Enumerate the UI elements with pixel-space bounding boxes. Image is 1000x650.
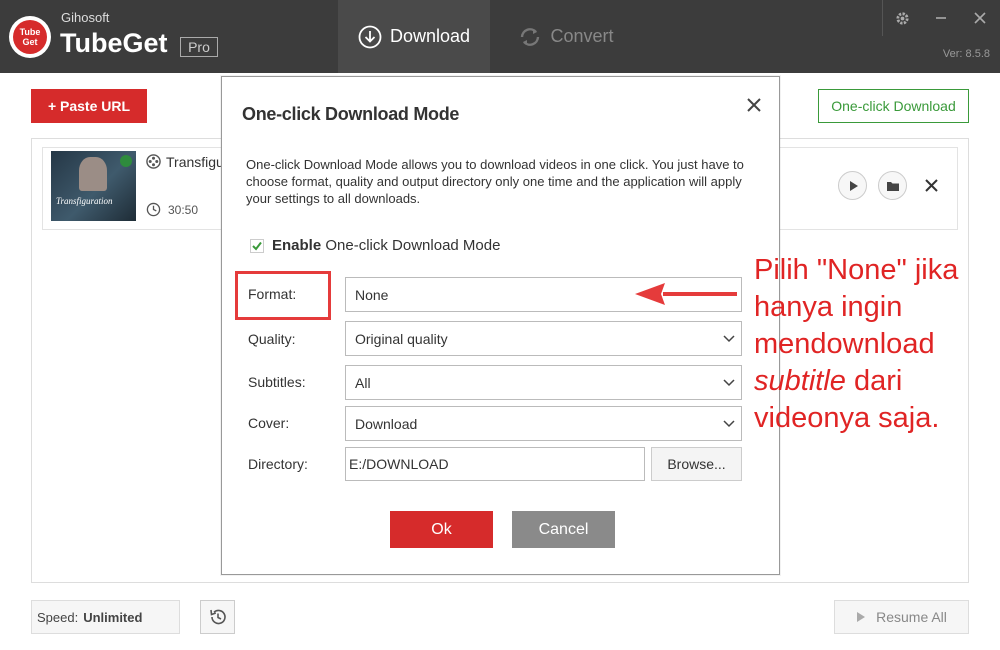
play-icon	[849, 180, 858, 191]
edition-badge: Pro	[180, 37, 218, 57]
ok-button[interactable]: Ok	[390, 511, 493, 548]
minimize-button[interactable]	[921, 0, 960, 36]
dialog-title: One-click Download Mode	[242, 104, 460, 124]
play-icon	[857, 612, 866, 622]
directory-input[interactable]: E:/DOWNLOAD	[345, 447, 645, 481]
close-window-button[interactable]	[960, 0, 999, 36]
subtitles-value: All	[355, 374, 371, 391]
directory-value: E:/DOWNLOAD	[349, 456, 449, 472]
thumbnail-logo-icon	[120, 155, 132, 167]
format-value: None	[355, 286, 389, 303]
clock-icon	[146, 202, 161, 217]
tab-download-label: Download	[389, 26, 471, 46]
app-logo-badge: Tube Get	[13, 20, 47, 54]
annotation-line-2: hanya ingin	[754, 291, 903, 323]
close-icon	[973, 12, 986, 24]
enable-label: Enable One-click Download Mode	[272, 237, 500, 254]
paste-url-button[interactable]: + Paste URL	[31, 89, 147, 123]
chevron-down-icon	[723, 334, 735, 342]
app-header: Tube Get Gihosoft TubeGet Pro Download C…	[0, 0, 1000, 73]
speed-label: Speed:	[37, 609, 79, 625]
enable-label-rest: One-click Download Mode	[325, 237, 501, 254]
remove-item-button[interactable]	[920, 173, 942, 197]
thumbnail-person	[79, 157, 107, 191]
cover-select[interactable]: Download	[345, 406, 742, 441]
tab-download[interactable]: Download	[338, 0, 490, 73]
chevron-down-icon	[723, 378, 735, 386]
history-button[interactable]	[200, 600, 235, 634]
thumbnail-caption: Transfiguration	[56, 196, 113, 206]
quality-value: Original quality	[355, 330, 448, 347]
play-button[interactable]	[838, 171, 867, 200]
history-icon	[209, 609, 226, 625]
open-folder-button[interactable]	[878, 171, 907, 200]
folder-icon	[886, 181, 899, 191]
close-icon	[924, 178, 938, 192]
cover-value: Download	[355, 415, 418, 432]
quality-select[interactable]: Original quality	[345, 321, 742, 356]
tab-convert[interactable]: Convert	[490, 0, 642, 73]
close-icon	[747, 98, 761, 112]
logo-text-top: Tube	[19, 27, 41, 37]
tab-convert-label: Convert	[550, 26, 614, 46]
quality-label: Quality:	[248, 331, 296, 347]
annotation-italic-word: subtitle	[754, 365, 846, 397]
minimize-icon	[935, 17, 946, 19]
annotation-arrow-icon	[635, 283, 737, 305]
subtitles-label: Subtitles:	[248, 374, 306, 390]
directory-label: Directory:	[248, 456, 308, 472]
annotation-highlight-box	[235, 271, 331, 320]
download-icon	[358, 25, 382, 48]
enable-option[interactable]: Enable One-click Download Mode	[250, 237, 500, 254]
annotation-line-3: mendownload	[754, 328, 935, 360]
resume-all-label: Resume All	[876, 609, 947, 625]
chevron-down-icon	[723, 419, 735, 427]
annotation-text: Pilih "None" jika hanya ingin mendownloa…	[754, 252, 994, 437]
speed-indicator[interactable]: Speed: Unlimited	[31, 600, 180, 634]
app-logo: Tube Get	[9, 16, 51, 58]
enable-label-bold: Enable	[272, 237, 322, 254]
subtitles-select[interactable]: All	[345, 365, 742, 400]
video-duration: 30:50	[168, 203, 199, 217]
video-title: Transfigu	[166, 154, 224, 170]
company-name: Gihosoft	[61, 10, 110, 25]
speed-value: Unlimited	[83, 609, 143, 625]
gear-icon	[895, 11, 909, 25]
browse-button[interactable]: Browse...	[651, 447, 742, 481]
annotation-line-4: subtitle dari	[754, 363, 994, 400]
resume-all-button[interactable]: Resume All	[834, 600, 969, 634]
dialog-close-button[interactable]	[744, 95, 764, 115]
annotation-line-1: Pilih "None" jika	[754, 254, 959, 286]
app-name: TubeGet	[60, 28, 168, 58]
convert-icon	[521, 27, 540, 46]
logo-text-bottom: Get	[22, 37, 38, 47]
cover-label: Cover:	[248, 415, 290, 431]
film-reel-icon	[146, 154, 161, 169]
dialog-description: One-click Download Mode allows you to do…	[246, 157, 744, 206]
enable-checkbox[interactable]	[250, 238, 264, 253]
one-click-download-button[interactable]: One-click Download	[818, 89, 969, 123]
annotation-line-5: videonya saja.	[754, 402, 940, 434]
cancel-button[interactable]: Cancel	[512, 511, 615, 548]
video-thumbnail[interactable]: Transfiguration	[51, 151, 136, 221]
annotation-line-4-rest: dari	[845, 365, 903, 397]
version-label: Ver: 8.5.8	[942, 48, 990, 60]
settings-button[interactable]	[882, 0, 921, 36]
